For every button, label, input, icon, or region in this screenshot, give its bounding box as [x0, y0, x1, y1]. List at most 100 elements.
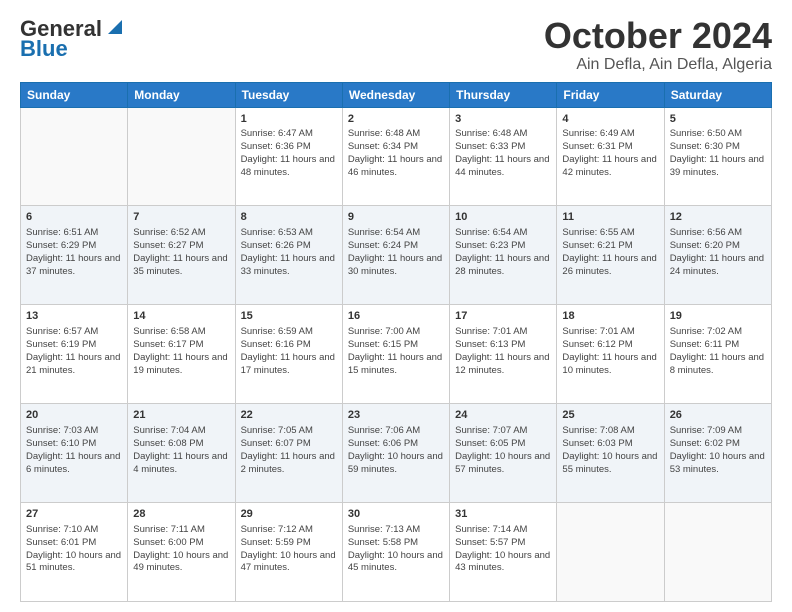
day-number: 15 [241, 309, 337, 324]
daylight-text: Daylight: 11 hours and 44 minutes. [455, 154, 551, 180]
sunrise-text: Sunrise: 7:12 AM [241, 524, 337, 537]
day-info: Sunrise: 7:13 AMSunset: 5:58 PMDaylight:… [348, 524, 444, 575]
calendar-day-cell: 15Sunrise: 6:59 AMSunset: 6:16 PMDayligh… [235, 305, 342, 404]
calendar-day-cell [664, 503, 771, 602]
day-info: Sunrise: 7:03 AMSunset: 6:10 PMDaylight:… [26, 425, 122, 476]
day-number: 11 [562, 210, 658, 225]
sunrise-text: Sunrise: 6:49 AM [562, 128, 658, 141]
sunrise-text: Sunrise: 6:54 AM [348, 227, 444, 240]
daylight-text: Daylight: 10 hours and 49 minutes. [133, 550, 229, 576]
daylight-text: Daylight: 11 hours and 39 minutes. [670, 154, 766, 180]
day-info: Sunrise: 6:51 AMSunset: 6:29 PMDaylight:… [26, 227, 122, 278]
calendar-week-row: 13Sunrise: 6:57 AMSunset: 6:19 PMDayligh… [21, 305, 772, 404]
day-number: 26 [670, 408, 766, 423]
day-number: 27 [26, 507, 122, 522]
sunrise-text: Sunrise: 7:13 AM [348, 524, 444, 537]
day-number: 7 [133, 210, 229, 225]
daylight-text: Daylight: 11 hours and 8 minutes. [670, 352, 766, 378]
day-info: Sunrise: 6:58 AMSunset: 6:17 PMDaylight:… [133, 326, 229, 377]
daylight-text: Daylight: 11 hours and 26 minutes. [562, 253, 658, 279]
day-number: 25 [562, 408, 658, 423]
day-info: Sunrise: 7:05 AMSunset: 6:07 PMDaylight:… [241, 425, 337, 476]
sunrise-text: Sunrise: 7:05 AM [241, 425, 337, 438]
sunset-text: Sunset: 6:05 PM [455, 438, 551, 451]
day-number: 3 [455, 112, 551, 127]
sunset-text: Sunset: 5:57 PM [455, 537, 551, 550]
calendar-day-cell: 1Sunrise: 6:47 AMSunset: 6:36 PMDaylight… [235, 107, 342, 206]
sunset-text: Sunset: 6:30 PM [670, 141, 766, 154]
day-info: Sunrise: 7:04 AMSunset: 6:08 PMDaylight:… [133, 425, 229, 476]
sunrise-text: Sunrise: 7:10 AM [26, 524, 122, 537]
calendar-day-cell: 28Sunrise: 7:11 AMSunset: 6:00 PMDayligh… [128, 503, 235, 602]
sunrise-text: Sunrise: 6:55 AM [562, 227, 658, 240]
header: General Blue October 2024 Ain Defla, Ain… [20, 16, 772, 74]
sunrise-text: Sunrise: 6:48 AM [455, 128, 551, 141]
day-info: Sunrise: 6:57 AMSunset: 6:19 PMDaylight:… [26, 326, 122, 377]
day-number: 17 [455, 309, 551, 324]
daylight-text: Daylight: 11 hours and 28 minutes. [455, 253, 551, 279]
day-number: 5 [670, 112, 766, 127]
calendar-day-cell: 3Sunrise: 6:48 AMSunset: 6:33 PMDaylight… [450, 107, 557, 206]
col-header-monday: Monday [128, 82, 235, 107]
calendar-day-cell: 23Sunrise: 7:06 AMSunset: 6:06 PMDayligh… [342, 404, 449, 503]
col-header-tuesday: Tuesday [235, 82, 342, 107]
day-number: 1 [241, 112, 337, 127]
sunrise-text: Sunrise: 7:00 AM [348, 326, 444, 339]
day-number: 31 [455, 507, 551, 522]
daylight-text: Daylight: 11 hours and 19 minutes. [133, 352, 229, 378]
day-info: Sunrise: 7:02 AMSunset: 6:11 PMDaylight:… [670, 326, 766, 377]
day-number: 9 [348, 210, 444, 225]
day-info: Sunrise: 6:50 AMSunset: 6:30 PMDaylight:… [670, 128, 766, 179]
daylight-text: Daylight: 10 hours and 53 minutes. [670, 451, 766, 477]
calendar-day-cell: 2Sunrise: 6:48 AMSunset: 6:34 PMDaylight… [342, 107, 449, 206]
location-title: Ain Defla, Ain Defla, Algeria [544, 56, 772, 74]
calendar-day-cell: 30 Sunrise: 7:13 AMSunset: 5:58 PMDayligh… [342, 503, 449, 602]
sunset-text: Sunset: 6:24 PM [348, 240, 444, 253]
calendar-day-cell: 14Sunrise: 6:58 AMSunset: 6:17 PMDayligh… [128, 305, 235, 404]
sunset-text: Sunset: 5:59 PM [241, 537, 337, 550]
month-title: October 2024 [544, 16, 772, 56]
sunset-text: Sunset: 6:31 PM [562, 141, 658, 154]
calendar-day-cell [21, 107, 128, 206]
sunset-text: Sunset: 6:12 PM [562, 339, 658, 352]
day-number: 22 [241, 408, 337, 423]
day-info: Sunrise: 6:48 AMSunset: 6:33 PMDaylight:… [455, 128, 551, 179]
calendar-day-cell: 13Sunrise: 6:57 AMSunset: 6:19 PMDayligh… [21, 305, 128, 404]
daylight-text: Daylight: 11 hours and 33 minutes. [241, 253, 337, 279]
calendar-day-cell: 24Sunrise: 7:07 AMSunset: 6:05 PMDayligh… [450, 404, 557, 503]
day-number: 2 [348, 112, 444, 127]
day-info: Sunrise: 6:54 AMSunset: 6:23 PMDaylight:… [455, 227, 551, 278]
calendar-day-cell: 19Sunrise: 7:02 AMSunset: 6:11 PMDayligh… [664, 305, 771, 404]
daylight-text: Daylight: 10 hours and 47 minutes. [241, 550, 337, 576]
sunset-text: Sunset: 6:27 PM [133, 240, 229, 253]
day-info: Sunrise: 7:01 AMSunset: 6:13 PMDaylight:… [455, 326, 551, 377]
daylight-text: Daylight: 11 hours and 4 minutes. [133, 451, 229, 477]
day-info: Sunrise: 6:54 AMSunset: 6:24 PMDaylight:… [348, 227, 444, 278]
calendar-day-cell: 27Sunrise: 7:10 AMSunset: 6:01 PMDayligh… [21, 503, 128, 602]
sunset-text: Sunset: 6:13 PM [455, 339, 551, 352]
col-header-wednesday: Wednesday [342, 82, 449, 107]
daylight-text: Daylight: 11 hours and 17 minutes. [241, 352, 337, 378]
sunset-text: Sunset: 6:21 PM [562, 240, 658, 253]
sunrise-text: Sunrise: 6:52 AM [133, 227, 229, 240]
sunrise-text: Sunrise: 7:03 AM [26, 425, 122, 438]
sunrise-text: Sunrise: 7:04 AM [133, 425, 229, 438]
sunset-text: Sunset: 6:34 PM [348, 141, 444, 154]
day-number: 28 [133, 507, 229, 522]
calendar-week-row: 1Sunrise: 6:47 AMSunset: 6:36 PMDaylight… [21, 107, 772, 206]
sunset-text: Sunset: 6:19 PM [26, 339, 122, 352]
calendar-table: SundayMondayTuesdayWednesdayThursdayFrid… [20, 82, 772, 602]
daylight-text: Daylight: 11 hours and 21 minutes. [26, 352, 122, 378]
daylight-text: Daylight: 11 hours and 35 minutes. [133, 253, 229, 279]
sunrise-text: Sunrise: 7:07 AM [455, 425, 551, 438]
day-number: 30 [348, 507, 444, 522]
daylight-text: Daylight: 11 hours and 2 minutes. [241, 451, 337, 477]
day-number: 29 [241, 507, 337, 522]
calendar-day-cell: 25Sunrise: 7:08 AMSunset: 6:03 PMDayligh… [557, 404, 664, 503]
day-info: Sunrise: 6:48 AMSunset: 6:34 PMDaylight:… [348, 128, 444, 179]
sunset-text: Sunset: 6:15 PM [348, 339, 444, 352]
sunset-text: Sunset: 6:11 PM [670, 339, 766, 352]
calendar-day-cell [557, 503, 664, 602]
page: General Blue October 2024 Ain Defla, Ain… [0, 0, 792, 612]
daylight-text: Daylight: 10 hours and 51 minutes. [26, 550, 122, 576]
